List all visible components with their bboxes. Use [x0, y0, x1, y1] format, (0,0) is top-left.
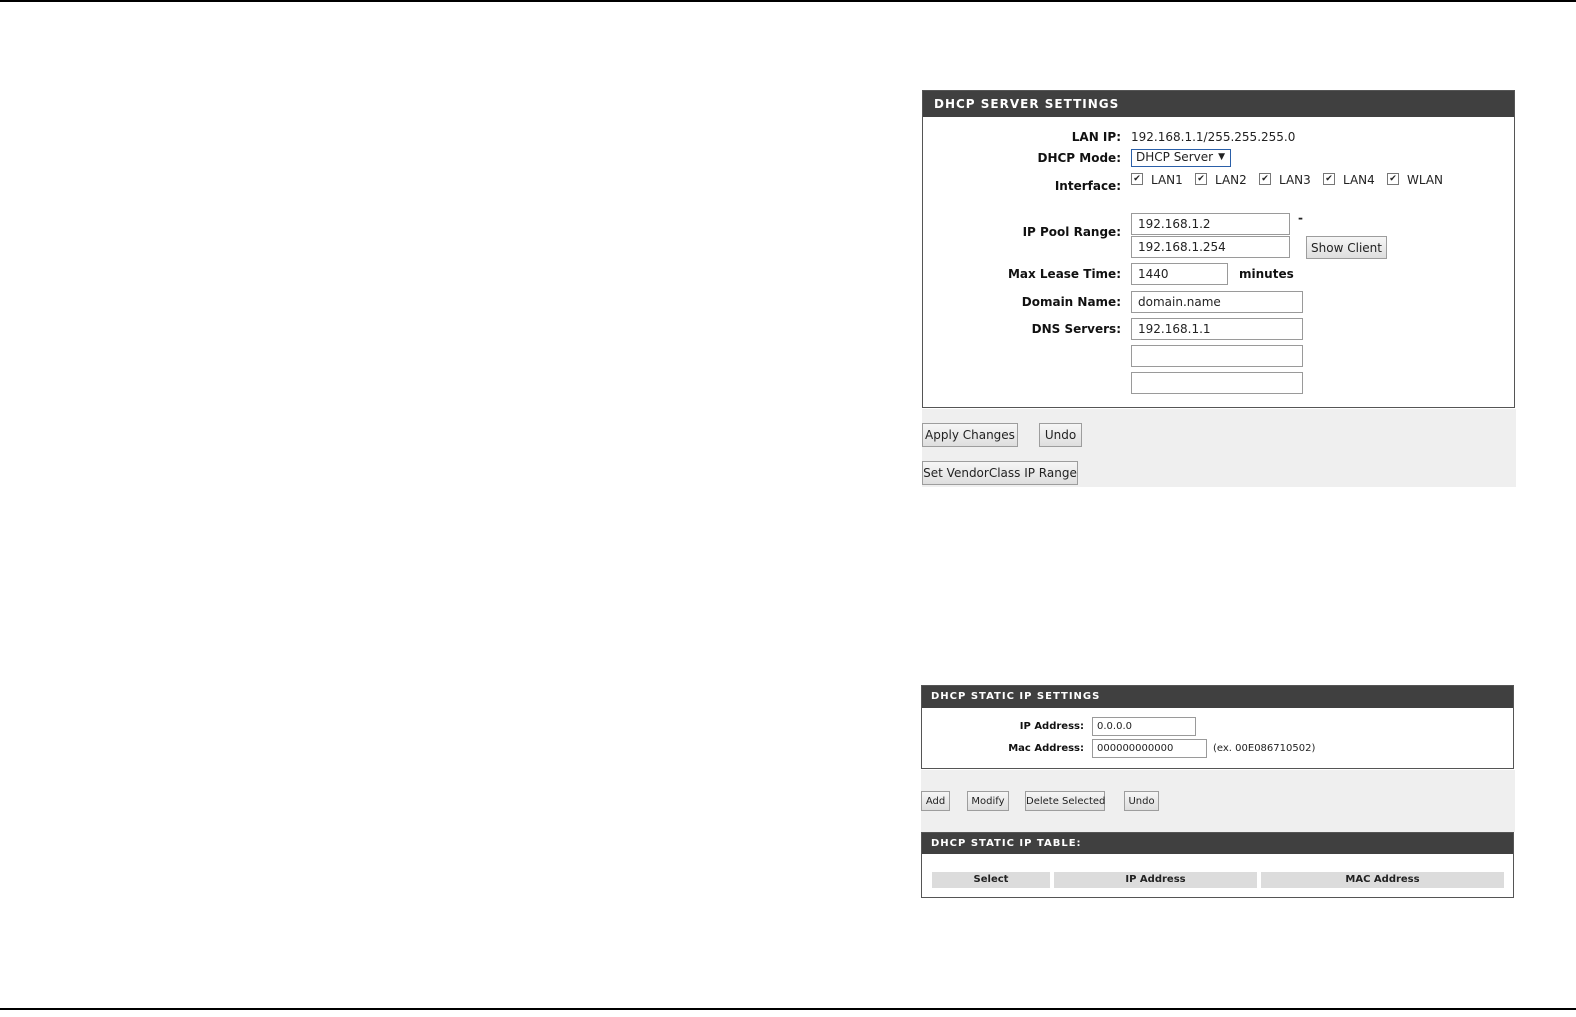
- max-lease-time-label: Max Lease Time:: [1007, 267, 1121, 281]
- dhcp-mode-label: DHCP Mode:: [1037, 151, 1122, 165]
- checkbox-check-icon: ✔: [1259, 173, 1271, 185]
- delete-selected-button[interactable]: Delete Selected: [1025, 791, 1105, 811]
- max-lease-time-input[interactable]: [1131, 263, 1228, 285]
- ip-pool-range-label: IP Pool Range:: [1022, 225, 1121, 239]
- checkbox-check-icon: ✔: [1195, 173, 1207, 185]
- static-actions-area: Add Modify Delete Selected Undo: [921, 770, 1515, 832]
- ip-pool-start-input[interactable]: [1131, 213, 1290, 235]
- ip-address-label: IP Address:: [1019, 721, 1084, 732]
- static-undo-button[interactable]: Undo: [1124, 791, 1159, 811]
- dhcp-static-ip-settings-panel: DHCP STATIC IP SETTINGS IP Address: Mac …: [921, 685, 1514, 769]
- interface-checkbox-lan4[interactable]: ✔ LAN4: [1323, 173, 1375, 187]
- checkbox-check-icon: ✔: [1323, 173, 1335, 185]
- server-actions-area: Apply Changes Undo Set VendorClass IP Ra…: [922, 409, 1516, 487]
- checkbox-check-icon: ✔: [1387, 173, 1399, 185]
- static-ip-address-input[interactable]: [1092, 717, 1196, 736]
- interface-checkbox-lan2[interactable]: ✔ LAN2: [1195, 173, 1247, 187]
- dns-servers-label: DNS Servers:: [1031, 322, 1121, 336]
- interface-checkbox-lan1[interactable]: ✔ LAN1: [1131, 173, 1183, 187]
- dns-server-1-input[interactable]: [1131, 318, 1303, 340]
- column-header-ip-address: IP Address: [1054, 872, 1257, 888]
- mac-address-example: (ex. 00E086710502): [1213, 743, 1316, 754]
- interface-label-lan1: LAN1: [1151, 173, 1183, 187]
- panel-header: DHCP STATIC IP TABLE:: [922, 833, 1513, 854]
- static-mac-address-input[interactable]: [1092, 739, 1207, 758]
- mac-address-label: Mac Address:: [1008, 743, 1084, 754]
- panel-header: DHCP STATIC IP SETTINGS: [922, 686, 1513, 708]
- chevron-down-icon: ▼: [1218, 152, 1225, 162]
- interface-label: Interface:: [1054, 179, 1121, 193]
- modify-button[interactable]: Modify: [967, 791, 1009, 811]
- column-header-select: Select: [932, 872, 1050, 888]
- lan-ip-value: 192.168.1.1/255.255.255.0: [1131, 130, 1296, 144]
- dhcp-mode-selected-value: DHCP Server: [1136, 150, 1214, 164]
- interface-label-lan4: LAN4: [1343, 173, 1375, 187]
- column-header-mac-address: MAC Address: [1261, 872, 1504, 888]
- apply-changes-button[interactable]: Apply Changes: [922, 423, 1018, 447]
- bottom-rule: [0, 1008, 1576, 1010]
- interface-label-lan3: LAN3: [1279, 173, 1311, 187]
- dns-server-3-input[interactable]: [1131, 372, 1303, 394]
- undo-button[interactable]: Undo: [1039, 423, 1082, 447]
- dhcp-static-ip-table-panel: DHCP STATIC IP TABLE: Select IP Address …: [921, 832, 1514, 898]
- interface-checkbox-lan3[interactable]: ✔ LAN3: [1259, 173, 1311, 187]
- dhcp-mode-select[interactable]: DHCP Server ▼: [1131, 149, 1231, 167]
- checkbox-check-icon: ✔: [1131, 173, 1143, 185]
- panel-header: DHCP SERVER SETTINGS: [923, 91, 1514, 117]
- set-vendorclass-ip-range-button[interactable]: Set VendorClass IP Range: [922, 461, 1078, 485]
- dns-server-2-input[interactable]: [1131, 345, 1303, 367]
- interface-label-lan2: LAN2: [1215, 173, 1247, 187]
- lan-ip-label: LAN IP:: [1071, 130, 1121, 144]
- ip-pool-end-input[interactable]: [1131, 236, 1290, 258]
- dhcp-server-settings-panel: DHCP SERVER SETTINGS LAN IP: 192.168.1.1…: [922, 90, 1515, 408]
- interface-label-wlan: WLAN: [1407, 173, 1444, 187]
- domain-name-input[interactable]: [1131, 291, 1303, 313]
- ip-pool-dash: -: [1298, 211, 1303, 225]
- show-client-button[interactable]: Show Client: [1306, 236, 1387, 259]
- minutes-label: minutes: [1239, 267, 1294, 281]
- interface-checkbox-wlan[interactable]: ✔ WLAN: [1387, 173, 1443, 187]
- add-button[interactable]: Add: [921, 791, 950, 811]
- top-rule: [0, 0, 1576, 2]
- domain-name-label: Domain Name:: [1021, 295, 1121, 309]
